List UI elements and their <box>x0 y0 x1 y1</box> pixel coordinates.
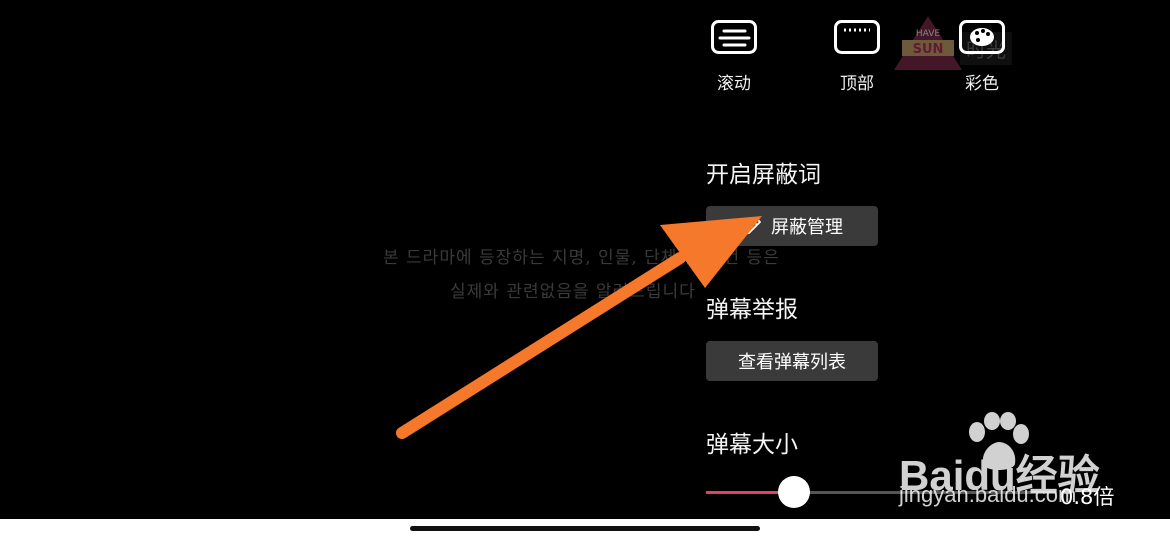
home-indicator[interactable] <box>410 526 760 531</box>
top-mode-button[interactable]: 顶部 <box>812 20 902 94</box>
palette-icon <box>959 20 1005 54</box>
color-mode-label: 彩色 <box>965 74 999 94</box>
block-words-title: 开启屏蔽词 <box>706 162 821 188</box>
video-screen: 본 드라마에 등장하는 지명, 인물, 단체 및 사건 등은 실제와 관련없음을… <box>0 0 1170 519</box>
top-mode-label: 顶部 <box>840 74 874 94</box>
bottom-bar <box>0 519 1170 540</box>
scroll-mode-icon <box>711 20 757 54</box>
scroll-mode-label: 滚动 <box>717 74 751 94</box>
scroll-mode-button[interactable]: 滚动 <box>689 20 779 94</box>
slider-thumb[interactable] <box>777 476 810 508</box>
block-manage-label: 屏蔽管理 <box>771 217 843 238</box>
view-danmaku-list-label: 查看弹幕列表 <box>738 352 846 373</box>
report-title: 弹幕举报 <box>706 297 798 323</box>
pencil-icon <box>743 217 761 235</box>
video-subtitle-line-1: 본 드라마에 등장하는 지명, 인물, 단체 및 사건 등은 <box>383 248 780 268</box>
block-manage-button[interactable]: 屏蔽管理 <box>706 206 878 246</box>
video-subtitle-line-2: 실제와 관련없음을 알려드립니다 <box>450 282 696 302</box>
baidu-url: jingyan.baidu.com <box>899 482 1077 507</box>
color-mode-button[interactable]: 彩色 <box>937 20 1027 94</box>
danmaku-size-title: 弹幕大小 <box>706 432 798 458</box>
view-danmaku-list-button[interactable]: 查看弹幕列表 <box>706 341 878 381</box>
top-mode-icon <box>834 20 880 54</box>
baidu-jingyan-watermark: Baidu经验 jingyan.baidu.com <box>895 408 1165 518</box>
